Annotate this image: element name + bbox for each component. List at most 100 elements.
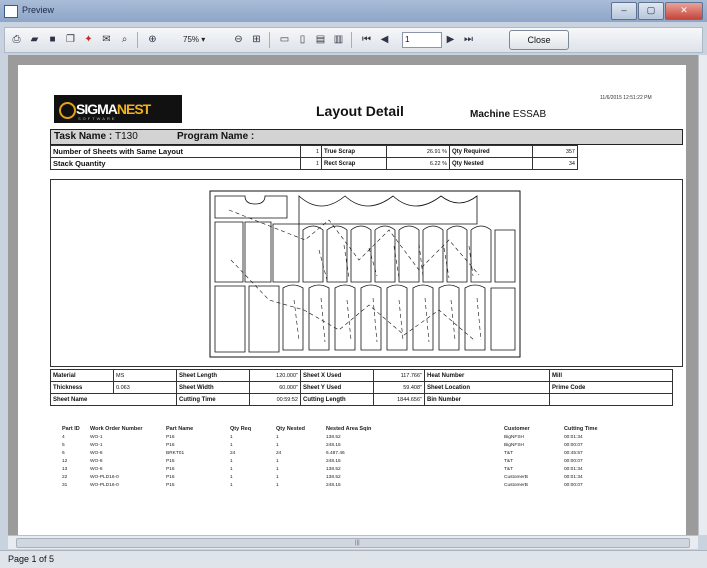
logo-ring-icon [59, 102, 76, 119]
two-pages-icon[interactable]: ▯ [295, 32, 310, 47]
part-id: 6 [62, 450, 65, 456]
machine-value: ESSAB [512, 109, 547, 120]
window-title: Preview [22, 5, 55, 15]
cutting-time: 00:01:34 [564, 474, 583, 480]
qty-nested: 24 [276, 450, 282, 456]
app-icon [4, 5, 18, 18]
toolbar-separator [351, 32, 352, 48]
work-order: WO-PLD16-0 [90, 474, 119, 480]
zoom-in-icon[interactable]: ⊞ [249, 32, 264, 47]
table-row: 5 WO-1 P16 1 1 248.15 BigNFSH 00:00:07 [62, 441, 614, 449]
summary-table: Number of Sheets with Same Layout 1 True… [50, 145, 578, 170]
table-row: 12 WO-6 P15 1 1 248.15 T&T 00:00:07 [62, 457, 614, 465]
qty-req: 1 [230, 434, 233, 440]
qty-nested-label: Qty Nested [449, 157, 533, 170]
parts-header-row: Part ID Work Order Number Part Name Qty … [62, 425, 614, 433]
print-icon[interactable]: ⎙ [9, 32, 24, 47]
task-name: Task Name : T130 [54, 131, 138, 142]
sheet-name-label: Sheet Name [50, 393, 177, 406]
nested-area: 138.52 [326, 474, 341, 480]
task-label: Task Name : [54, 131, 113, 142]
same-layout-label: Number of Sheets with Same Layout [50, 145, 301, 158]
part-name: P16 [166, 466, 175, 472]
page-setup-icon[interactable]: ▥ [331, 32, 346, 47]
machine-label: Machine ESSAB [470, 109, 546, 120]
qty-nested: 1 [276, 482, 279, 488]
zoom-out-icon[interactable]: ⊖ [231, 32, 246, 47]
customer: BigNFSH [504, 442, 524, 448]
prev-page-icon[interactable]: ◀ [377, 32, 392, 47]
specs-table: Material MS Sheet Length 120.000" Sheet … [50, 369, 673, 406]
sheet-y-used-label: Sheet Y Used [300, 381, 374, 394]
first-page-icon[interactable]: ⏮ [359, 32, 374, 47]
part-name: P16 [166, 434, 175, 440]
close-window-button[interactable]: ✕ [665, 2, 703, 20]
work-order: WO-6 [90, 450, 103, 456]
heat-number-label: Heat Number [424, 369, 550, 382]
qty-nested-value: 34 [532, 157, 578, 170]
copy-icon[interactable]: ❐ [63, 32, 78, 47]
col-cutting-time: Cutting Time [564, 426, 598, 432]
table-row: 4 WO-1 P16 1 1 138.52 BigNFSH 00:01:34 [62, 433, 614, 441]
rect-scrap-value: 6.22 % [386, 157, 450, 170]
col-nested-area: Nested Area Sqin [326, 426, 372, 432]
next-page-icon[interactable]: ▶ [443, 32, 458, 47]
maximize-button[interactable]: ▢ [638, 2, 664, 20]
col-part-id: Part ID [62, 426, 80, 432]
cutting-time: 00:01:34 [564, 434, 583, 440]
horizontal-scroll-thumb[interactable]: ||| [16, 538, 690, 548]
multi-page-icon[interactable]: ▤ [313, 32, 328, 47]
true-scrap-value: 26.91 % [386, 145, 450, 158]
part-name: P15 [166, 458, 175, 464]
close-button[interactable]: Close [509, 30, 569, 50]
zoom-select[interactable]: 75% ▾ [183, 32, 229, 47]
zoom-value: 75% [183, 35, 200, 44]
report-title: Layout Detail [316, 103, 404, 119]
col-work-order: Work Order Number [90, 426, 143, 432]
empty-cell [549, 393, 673, 406]
mill-label: Mill [549, 369, 673, 382]
part-id: 13 [62, 466, 68, 472]
save-icon[interactable]: ■ [45, 32, 60, 47]
sheet-x-used-label: Sheet X Used [300, 369, 374, 382]
pdf-export-icon[interactable]: ✦ [81, 32, 96, 47]
work-order: WO-1 [90, 434, 103, 440]
part-id: 5 [62, 442, 65, 448]
stack-quantity-label: Stack Quantity [50, 157, 301, 170]
horizontal-scrollbar[interactable]: ||| [8, 535, 698, 549]
program-name-label: Program Name : [177, 131, 255, 142]
zoom-icon[interactable]: ⊕ [145, 32, 160, 47]
page-number-input[interactable]: 1 [402, 32, 442, 48]
customer: CustomerB [504, 482, 528, 488]
toolbar-separator [269, 32, 270, 48]
nest-drawing-frame [50, 179, 683, 367]
minimize-button[interactable]: – [611, 2, 637, 20]
nested-area: 138.52 [326, 466, 341, 472]
table-row: 31 WO-PLD16-0 P15 1 1 248.15 CustomerB 00:00:07 [62, 481, 614, 489]
open-folder-icon[interactable]: ▰ [27, 32, 42, 47]
stack-quantity-value: 1 [300, 157, 322, 170]
part-name: P15 [166, 482, 175, 488]
sheet-location-label: Sheet Location [424, 381, 550, 394]
col-qty-nested: Qty Nested [276, 426, 306, 432]
email-icon[interactable]: ✉ [99, 32, 114, 47]
customer: T&T [504, 450, 514, 456]
sigmanest-logo: SIGMANEST SOFTWARE [54, 95, 182, 123]
table-row: 13 WO-6 P16 1 1 138.52 T&T 00:01:34 [62, 465, 614, 473]
customer: T&T [504, 466, 514, 472]
vertical-scrollbar[interactable] [698, 55, 707, 535]
report-page: SIGMANEST SOFTWARE Layout Detail Machine… [18, 65, 686, 535]
qty-required-label: Qty Required [449, 145, 533, 158]
one-page-icon[interactable]: ▭ [277, 32, 292, 47]
qty-required-value: 357 [532, 145, 578, 158]
qty-nested: 1 [276, 474, 279, 480]
work-order: WO-6 [90, 458, 103, 464]
machine-label-text: Machine [470, 109, 511, 120]
find-icon[interactable]: ⌕ [117, 32, 132, 47]
qty-req: 1 [230, 458, 233, 464]
last-page-icon[interactable]: ⏭ [461, 32, 476, 47]
preview-viewport[interactable]: SIGMANEST SOFTWARE Layout Detail Machine… [8, 55, 698, 535]
window-controls: – ▢ ✕ [611, 2, 703, 20]
true-scrap-label: True Scrap [321, 145, 387, 158]
nested-area: 248.15 [326, 442, 341, 448]
